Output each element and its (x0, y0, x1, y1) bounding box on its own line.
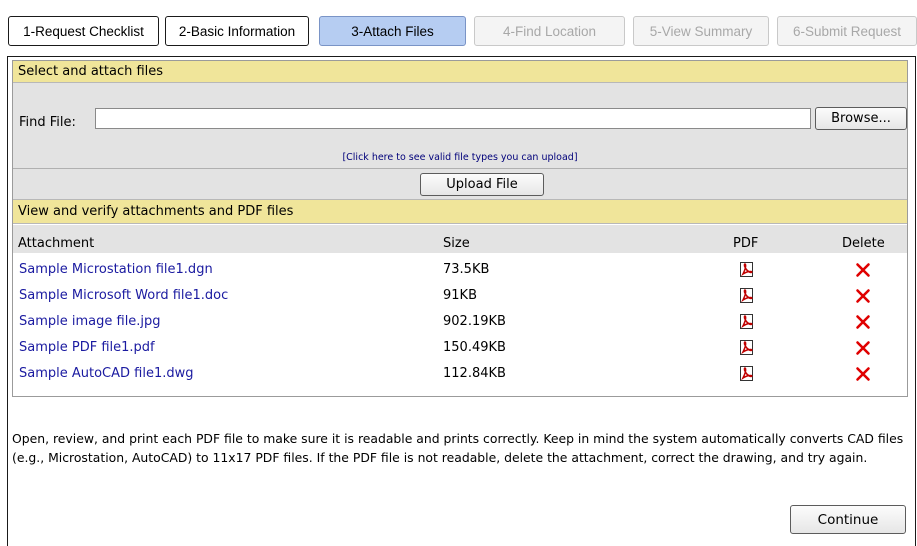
browse-button[interactable]: Browse... (815, 107, 907, 130)
table-row: Sample AutoCAD file1.dwg 112.84KB (13, 361, 907, 387)
select-files-header-text: Select and attach files (18, 64, 164, 79)
pdf-file-icon[interactable] (739, 261, 755, 278)
tab-find-location: 4-Find Location (474, 16, 625, 46)
attachment-size: 902.19KB (443, 314, 506, 329)
tab-submit-request: 6-Submit Request (777, 16, 917, 46)
attachment-size: 73.5KB (443, 262, 490, 277)
pdf-file-icon[interactable] (739, 313, 755, 330)
find-file-label: Find File: (19, 115, 76, 130)
delete-x-icon[interactable] (853, 364, 873, 384)
col-header-pdf: PDF (733, 236, 759, 251)
pdf-file-icon[interactable] (739, 287, 755, 304)
table-row: Sample PDF file1.pdf 150.49KB (13, 335, 907, 361)
table-row: Sample Microsoft Word file1.doc 91KB (13, 283, 907, 309)
delete-x-icon[interactable] (853, 312, 873, 332)
delete-x-icon[interactable] (853, 338, 873, 358)
attachment-name-link[interactable]: Sample Microstation file1.dgn (19, 262, 213, 277)
attachment-name-link[interactable]: Sample AutoCAD file1.dwg (19, 366, 194, 381)
attach-files-panel: Select and attach files Find File: Brows… (12, 60, 908, 397)
delete-x-icon[interactable] (853, 260, 873, 280)
browse-button-label: Browse... (831, 111, 891, 126)
select-files-header: Select and attach files (13, 61, 907, 83)
attachment-size: 150.49KB (443, 340, 506, 355)
tab-request-checklist[interactable]: 1-Request Checklist (8, 16, 159, 46)
attachments-header: View and verify attachments and PDF file… (13, 199, 907, 224)
instructions-text: Open, review, and print each PDF file to… (12, 431, 904, 465)
upload-file-button[interactable]: Upload File (420, 173, 544, 196)
col-header-attachment: Attachment (18, 236, 95, 251)
attachment-name-link[interactable]: Sample Microsoft Word file1.doc (19, 288, 228, 303)
tab-view-summary: 5-View Summary (633, 16, 769, 46)
table-row: Sample Microstation file1.dgn 73.5KB (13, 257, 907, 283)
attachment-size: 91KB (443, 288, 477, 303)
continue-button-label: Continue (817, 511, 879, 528)
attachments-header-text: View and verify attachments and PDF file… (18, 204, 294, 219)
pdf-file-icon[interactable] (739, 339, 755, 356)
col-header-delete: Delete (842, 236, 885, 251)
upload-file-button-label: Upload File (446, 177, 518, 192)
col-header-size: Size (443, 236, 470, 251)
attachment-name-link[interactable]: Sample PDF file1.pdf (19, 340, 155, 355)
pdf-file-icon[interactable] (739, 365, 755, 382)
delete-x-icon[interactable] (853, 286, 873, 306)
attachment-size: 112.84KB (443, 366, 506, 381)
find-file-input[interactable] (95, 108, 811, 129)
continue-button[interactable]: Continue (790, 505, 906, 534)
valid-file-types-link[interactable]: [Click here to see valid file types you … (13, 152, 907, 163)
tab-basic-information[interactable]: 2-Basic Information (165, 16, 309, 46)
attachment-name-link[interactable]: Sample image file.jpg (19, 314, 161, 329)
tab-attach-files[interactable]: 3-Attach Files (319, 16, 466, 46)
table-row: Sample image file.jpg 902.19KB (13, 309, 907, 335)
